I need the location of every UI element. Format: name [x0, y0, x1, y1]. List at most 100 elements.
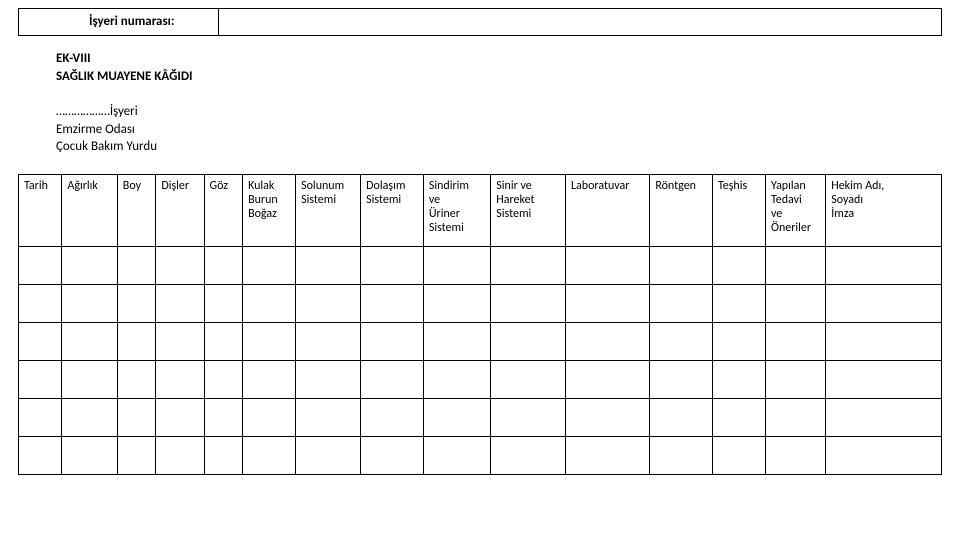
workplace-number-label: İşyeri numarası:: [19, 9, 219, 35]
col-header-hekim: Hekim Adı, Soyadı İmza: [826, 174, 942, 246]
table-cell: [712, 398, 765, 436]
table-cell: [361, 398, 424, 436]
section-code: EK-VIII: [56, 50, 942, 68]
section-title: SAĞLIK MUAYENE KÂĞIDI: [56, 68, 942, 86]
table-cell: [62, 284, 117, 322]
table-row: [19, 246, 942, 284]
table-cell: [156, 398, 204, 436]
table-body: [19, 246, 942, 474]
table-cell: [826, 284, 942, 322]
section-header: EK-VIII SAĞLIK MUAYENE KÂĞIDI: [56, 50, 942, 85]
table-cell: [766, 436, 826, 474]
table-row: [19, 322, 942, 360]
table-cell: [117, 436, 156, 474]
table-cell: [62, 436, 117, 474]
table-cell: [156, 436, 204, 474]
table-cell: [650, 398, 713, 436]
table-cell: [826, 322, 942, 360]
table-cell: [423, 360, 490, 398]
col-header-sinir-hareket: Sinir ve Hareket Sistemi: [491, 174, 566, 246]
table-cell: [117, 246, 156, 284]
table-cell: [826, 398, 942, 436]
table-cell: [296, 360, 361, 398]
table-cell: [243, 436, 296, 474]
col-header-solunum-sistemi: Solunum Sistemi: [296, 174, 361, 246]
table-cell: [491, 246, 566, 284]
table-cell: [62, 360, 117, 398]
table-cell: [204, 246, 243, 284]
table-cell: [204, 436, 243, 474]
table-cell: [491, 284, 566, 322]
table-cell: [19, 436, 62, 474]
table-cell: [565, 360, 649, 398]
table-row: [19, 436, 942, 474]
table-row: [19, 360, 942, 398]
table-cell: [650, 284, 713, 322]
table-cell: [62, 246, 117, 284]
table-cell: [361, 322, 424, 360]
table-cell: [423, 246, 490, 284]
table-cell: [565, 322, 649, 360]
col-header-disler: Dişler: [156, 174, 204, 246]
col-header-boy: Boy: [117, 174, 156, 246]
table-cell: [62, 398, 117, 436]
table-cell: [19, 360, 62, 398]
table-cell: [650, 322, 713, 360]
table-cell: [204, 398, 243, 436]
workplace-number-value: [219, 9, 941, 35]
table-cell: [565, 284, 649, 322]
table-cell: [156, 322, 204, 360]
col-header-yapilan-tedavi: Yapılan Tedavi ve Öneriler: [766, 174, 826, 246]
institution-line-2: Emzirme Odası: [56, 121, 942, 139]
table-cell: [766, 360, 826, 398]
col-header-sindirim-uriner: Sindirim ve Üriner Sistemi: [423, 174, 490, 246]
col-header-teshis: Teşhis: [712, 174, 765, 246]
table-cell: [766, 322, 826, 360]
table-cell: [712, 360, 765, 398]
institution-block: ………………İşyeri Emzirme Odası Çocuk Bakım Y…: [56, 103, 942, 156]
table-cell: [156, 360, 204, 398]
table-cell: [204, 360, 243, 398]
table-cell: [117, 360, 156, 398]
table-cell: [423, 322, 490, 360]
table-cell: [712, 322, 765, 360]
table-cell: [650, 436, 713, 474]
table-cell: [565, 436, 649, 474]
table-cell: [712, 284, 765, 322]
table-cell: [491, 398, 566, 436]
table-cell: [826, 360, 942, 398]
institution-line-3: Çocuk Bakım Yurdu: [56, 138, 942, 156]
table-cell: [712, 246, 765, 284]
table-cell: [565, 246, 649, 284]
table-cell: [243, 322, 296, 360]
table-cell: [766, 398, 826, 436]
table-cell: [650, 246, 713, 284]
institution-line-1: ………………İşyeri: [56, 103, 942, 121]
table-cell: [117, 398, 156, 436]
col-header-goz: Göz: [204, 174, 243, 246]
col-header-rontgen: Röntgen: [650, 174, 713, 246]
table-cell: [491, 360, 566, 398]
table-cell: [117, 322, 156, 360]
table-row: [19, 398, 942, 436]
workplace-number-box: İşyeri numarası:: [18, 8, 942, 36]
table-cell: [19, 284, 62, 322]
table-cell: [565, 398, 649, 436]
table-cell: [296, 398, 361, 436]
table-cell: [243, 398, 296, 436]
table-cell: [766, 246, 826, 284]
table-row: [19, 284, 942, 322]
table-cell: [243, 360, 296, 398]
table-cell: [243, 284, 296, 322]
col-header-laboratuvar: Laboratuvar: [565, 174, 649, 246]
table-cell: [156, 246, 204, 284]
table-cell: [117, 284, 156, 322]
table-cell: [156, 284, 204, 322]
table-cell: [491, 436, 566, 474]
table-cell: [19, 398, 62, 436]
table-cell: [826, 436, 942, 474]
table-cell: [296, 246, 361, 284]
table-cell: [361, 284, 424, 322]
table-cell: [712, 436, 765, 474]
health-exam-table: Tarih Ağırlık Boy Dişler Göz Kulak Burun…: [18, 174, 942, 475]
